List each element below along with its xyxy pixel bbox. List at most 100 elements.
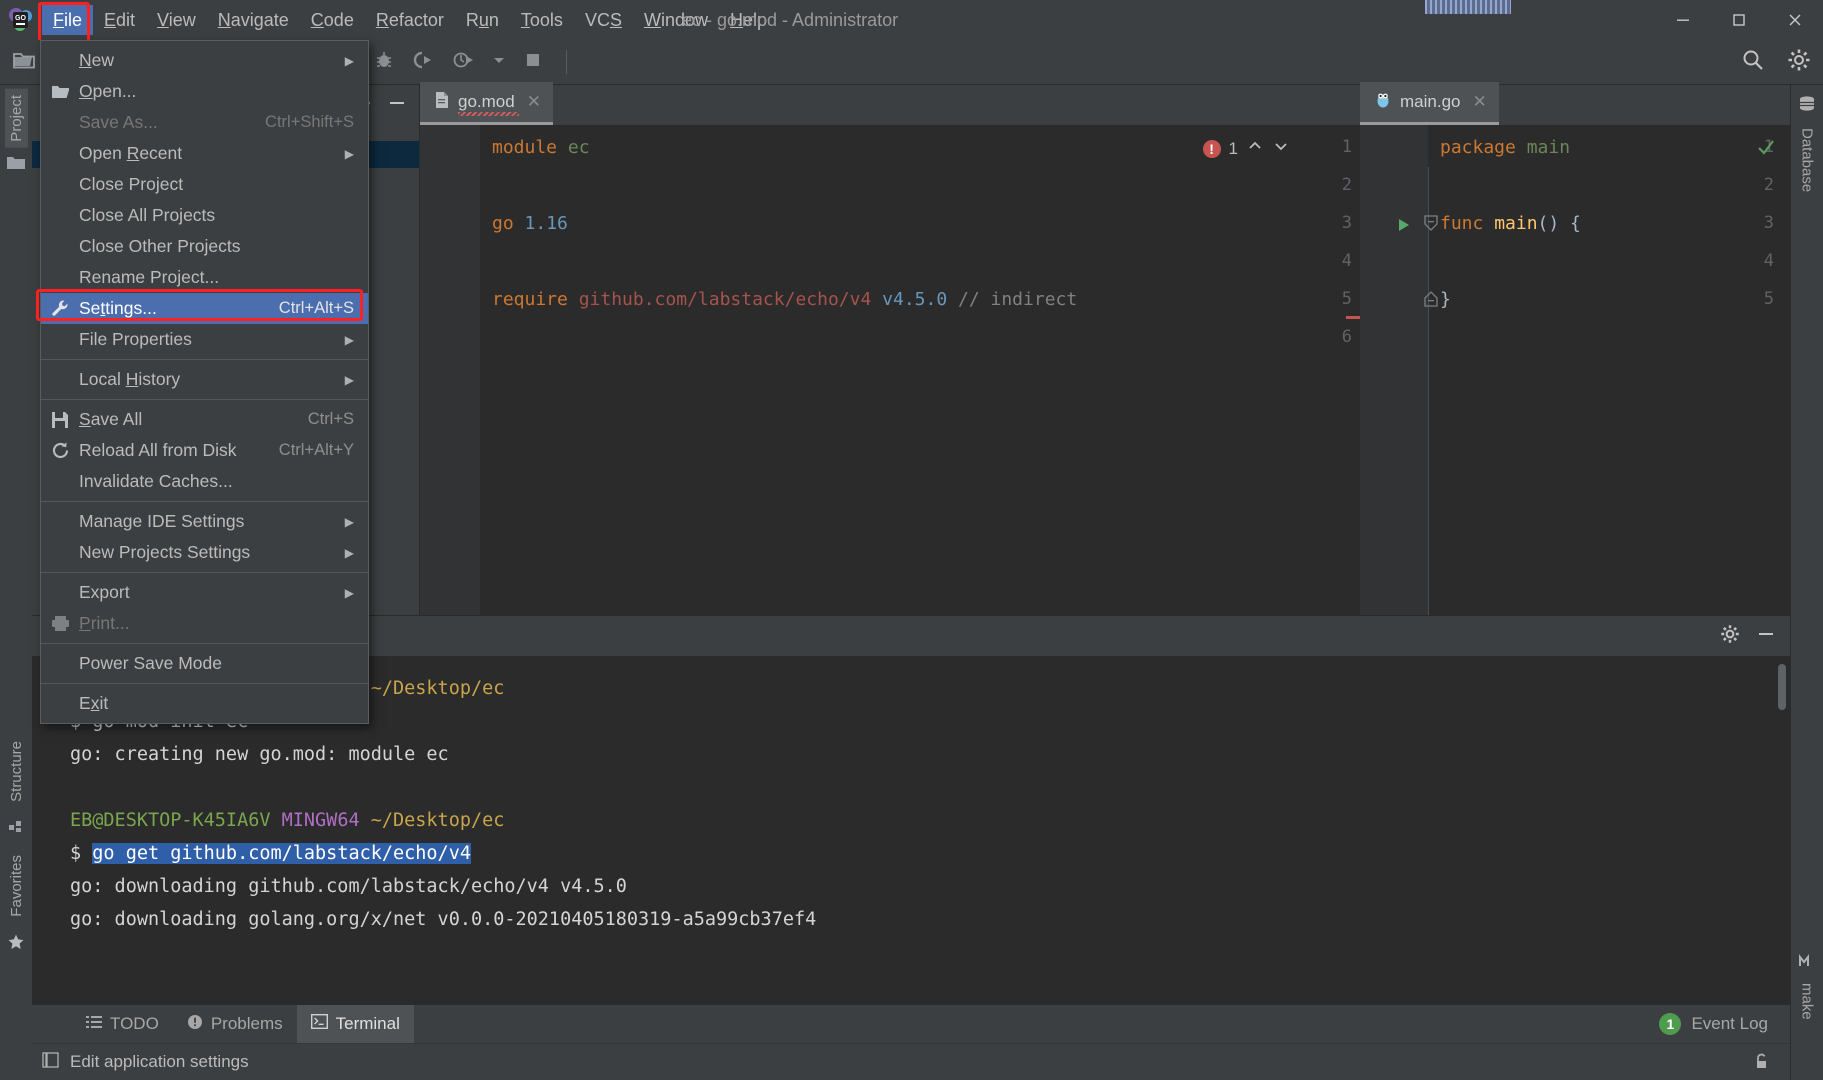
- menu-item-invalidate-caches[interactable]: Invalidate Caches...: [41, 466, 368, 497]
- sidebar-item-project[interactable]: Project: [4, 89, 28, 148]
- minimize-button[interactable]: [1655, 0, 1711, 40]
- menu-item-label: Local History: [79, 369, 181, 389]
- editor-surface-right[interactable]: 1 2 3 4 5 package main func main() { }: [1360, 125, 1790, 615]
- chevron-down-icon[interactable]: [492, 53, 506, 72]
- menu-item-label: Export: [79, 582, 130, 602]
- code-line-1: module ec: [492, 137, 590, 158]
- menu-item-rename-project[interactable]: Rename Project...: [41, 262, 368, 293]
- submenu-arrow-icon: ▶: [344, 372, 354, 387]
- menu-file[interactable]: File: [42, 5, 94, 35]
- menu-item-label: Manage IDE Settings: [79, 511, 245, 531]
- menu-tools[interactable]: Tools: [510, 5, 574, 35]
- menu-bar: File Edit View Navigate Code Refactor Ru…: [42, 0, 778, 40]
- editor-main-go: main.go ✕ 1 2 3 4 5 package main func ma…: [1360, 82, 1790, 615]
- sidebar-item-database[interactable]: Database: [1796, 122, 1819, 198]
- menu-item-close-all-projects[interactable]: Close All Projects: [41, 200, 368, 231]
- menu-item-label: Exit: [79, 693, 109, 713]
- toolwindow-tab-problems[interactable]: Problems: [173, 1005, 297, 1043]
- file-menu-popup[interactable]: New ▶ Open... Save As... Ctrl+Shift+S Op…: [36, 40, 369, 724]
- menu-separator: [41, 572, 368, 573]
- database-tab-label: Database: [1798, 128, 1816, 193]
- maximize-button[interactable]: [1711, 0, 1767, 40]
- right-tool-strip: Database make: [1790, 85, 1823, 1080]
- tab-main-go[interactable]: main.go ✕: [1360, 82, 1499, 125]
- tab-go-mod[interactable]: go.mod ✕: [420, 82, 553, 125]
- unlocked-icon[interactable]: [1752, 1052, 1772, 1072]
- submenu-arrow-icon: ▶: [344, 585, 354, 600]
- terminal-scrollbar[interactable]: [1778, 664, 1786, 710]
- menu-item-label: Open...: [79, 81, 137, 101]
- submenu-arrow-icon: ▶: [344, 545, 354, 560]
- error-indicator[interactable]: ! 1: [1202, 137, 1290, 160]
- folder-open-icon[interactable]: [12, 49, 36, 76]
- menu-item-settings[interactable]: Settings... Ctrl+Alt+S: [36, 289, 368, 324]
- tab-error-squiggle: [458, 112, 519, 116]
- terminal-selection[interactable]: go get github.com/labstack/echo/v4: [92, 843, 471, 864]
- line-number: 2: [1763, 175, 1774, 195]
- menu-separator: [41, 683, 368, 684]
- toolwindow-tab-terminal[interactable]: Terminal: [296, 1005, 414, 1043]
- line-number: 2: [1341, 175, 1352, 195]
- event-log-label: Event Log: [1691, 1014, 1768, 1033]
- menu-item-close-project[interactable]: Close Project: [41, 169, 368, 200]
- error-stripe-mark[interactable]: [1346, 316, 1360, 319]
- fold-close-icon[interactable]: [1424, 291, 1438, 312]
- menu-run[interactable]: Run: [455, 5, 510, 35]
- menu-item-open-recent[interactable]: Open Recent ▶: [41, 138, 368, 169]
- status-bar: Edit application settings: [32, 1043, 1790, 1080]
- menu-item-close-other-projects[interactable]: Close Other Projects: [41, 231, 368, 262]
- search-icon[interactable]: [1741, 48, 1765, 77]
- menu-navigate[interactable]: Navigate: [207, 5, 300, 35]
- debug-icon[interactable]: [374, 50, 394, 75]
- menu-item-new[interactable]: New ▶: [41, 45, 368, 76]
- code-line-5: }: [1440, 289, 1451, 310]
- event-log-button[interactable]: 1 Event Log: [1659, 1013, 1768, 1035]
- sidebar-item-favorites[interactable]: Favorites: [5, 849, 28, 923]
- profile-icon[interactable]: [452, 50, 474, 75]
- fold-open-icon[interactable]: [1424, 215, 1438, 236]
- gear-icon[interactable]: [1787, 48, 1811, 77]
- menu-vcs[interactable]: VCS: [574, 5, 633, 35]
- close-icon[interactable]: ✕: [527, 92, 541, 112]
- sidebar-item-structure[interactable]: Structure: [5, 735, 28, 808]
- menu-item-label: Rename Project...: [79, 267, 220, 287]
- menu-item-exit[interactable]: Exit: [41, 688, 368, 719]
- close-button[interactable]: [1767, 0, 1823, 40]
- sidebar-item-make[interactable]: make: [1796, 977, 1819, 1026]
- run-gutter-icon[interactable]: [1396, 217, 1412, 238]
- menu-code[interactable]: Code: [300, 5, 365, 35]
- menu-item-reload-all-from-disk[interactable]: Reload All from Disk Ctrl+Alt+Y: [41, 435, 368, 466]
- menu-item-save-all[interactable]: Save All Ctrl+S: [41, 404, 368, 435]
- menu-item-manage-ide-settings[interactable]: Manage IDE Settings ▶: [41, 506, 368, 537]
- menu-item-accel: Ctrl+Shift+S: [265, 113, 354, 131]
- toolwindow-tab-todo[interactable]: TODO: [72, 1005, 173, 1043]
- gear-icon[interactable]: [1720, 624, 1740, 649]
- menu-item-local-history[interactable]: Local History ▶: [41, 364, 368, 395]
- menu-item-power-save-mode[interactable]: Power Save Mode: [41, 648, 368, 679]
- line-number-gutter-right: [1360, 125, 1428, 615]
- menu-view[interactable]: View: [146, 5, 207, 35]
- menu-item-label: Reload All from Disk: [79, 440, 237, 460]
- menu-item-label: Close All Projects: [79, 205, 216, 225]
- terminal-line: go: creating new go.mod: module ec: [70, 744, 449, 765]
- chevron-up-icon[interactable]: [1246, 137, 1264, 160]
- close-icon[interactable]: ✕: [1472, 92, 1486, 112]
- stop-icon[interactable]: [524, 51, 542, 74]
- minimize-icon[interactable]: [387, 93, 407, 118]
- line-number: 4: [1341, 251, 1352, 271]
- menu-refactor[interactable]: Refactor: [365, 5, 455, 35]
- menu-item-file-properties[interactable]: File Properties ▶: [41, 324, 368, 355]
- menu-item-export[interactable]: Export ▶: [41, 577, 368, 608]
- chevron-down-icon[interactable]: [1272, 137, 1290, 160]
- menu-item-label: New Projects Settings: [79, 542, 251, 562]
- minimize-icon[interactable]: [1756, 624, 1776, 649]
- menu-item-label: Close Project: [79, 174, 184, 194]
- run-with-coverage-icon[interactable]: [412, 50, 434, 75]
- checkmark-icon[interactable]: [1756, 137, 1776, 163]
- menu-item-open[interactable]: Open...: [41, 76, 368, 107]
- window-controls: [1655, 0, 1823, 40]
- editor-surface-left[interactable]: 1 2 3 4 5 6 module ec go 1.16 require gi…: [420, 125, 1360, 615]
- menu-item-new-projects-settings[interactable]: New Projects Settings ▶: [41, 537, 368, 568]
- menu-item-label: Invalidate Caches...: [79, 471, 233, 491]
- menu-edit[interactable]: Edit: [93, 5, 146, 35]
